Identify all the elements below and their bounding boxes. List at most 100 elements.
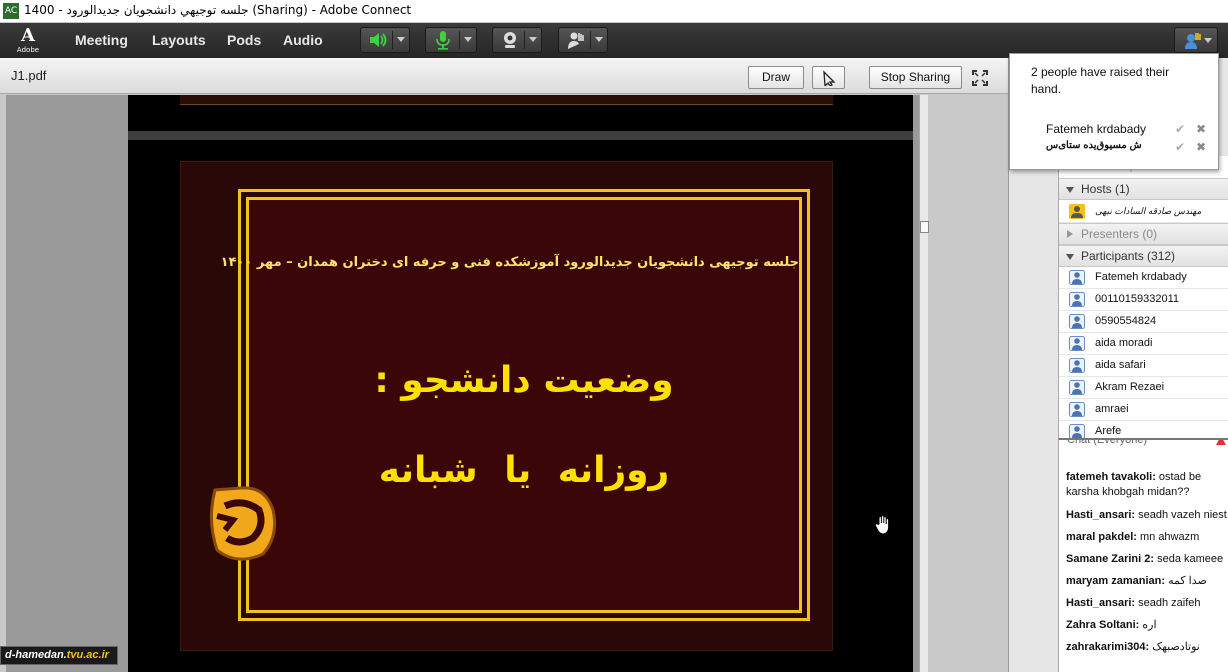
attendee-row[interactable]: aida safari <box>1059 355 1228 377</box>
attendee-name: 0590554824 <box>1095 315 1157 327</box>
scrollbar-thumb[interactable] <box>920 221 929 233</box>
attendee-name: aida safari <box>1095 359 1146 371</box>
hand-cursor-icon <box>874 514 892 539</box>
attendee-row[interactable]: Arefe <box>1059 421 1228 438</box>
participant-user-icon <box>1069 402 1085 417</box>
chat-message: zahrakarimi304: نوتادصبهک <box>1066 640 1228 655</box>
document-viewer[interactable]: جلسه توجیهی دانشجویان جدیدالورود آموزشکد… <box>6 95 929 672</box>
accept-check-icon[interactable]: ✔ <box>1175 140 1185 154</box>
webcam-icon <box>499 30 521 50</box>
vertical-scrollbar[interactable] <box>919 95 929 672</box>
chat-username: fatemeh tavakoli: <box>1066 471 1156 483</box>
chat-username: zahrakarimi304: <box>1066 641 1150 653</box>
participant-user-icon <box>1069 292 1085 307</box>
chat-text: اره <box>1139 619 1157 631</box>
website-watermark: d-hamedan.tvu.ac.ir <box>0 646 118 665</box>
chat-message: Hasti_ansari: seadh zaifeh <box>1066 596 1228 611</box>
chat-username: Samane Zarini 2: <box>1066 553 1155 565</box>
participant-user-icon <box>1069 358 1085 373</box>
chevron-down-icon <box>397 37 405 42</box>
speaker-button[interactable] <box>360 27 410 53</box>
previous-page <box>128 95 913 131</box>
chat-text: صدا کمه <box>1165 575 1207 587</box>
raised-hand-notification: 2 people have raised their hand. Fatemeh… <box>1009 53 1219 170</box>
chevron-down-icon <box>1204 38 1212 43</box>
attendee-name: Arefe <box>1095 425 1122 437</box>
pointer-button[interactable] <box>812 66 845 89</box>
raised-hand-message: 2 people have raised their hand. <box>1031 65 1170 96</box>
participant-user-icon <box>1069 424 1085 438</box>
chat-message: Zahra Soltani: اره <box>1066 618 1228 633</box>
menu-pods[interactable]: Pods <box>227 32 261 48</box>
participant-user-icon <box>1069 380 1085 395</box>
fullscreen-icon[interactable] <box>966 66 994 89</box>
attendee-status-menu-button[interactable] <box>1174 27 1218 53</box>
warning-icon <box>1216 440 1226 445</box>
chat-username: maryam zamanian: <box>1066 575 1166 587</box>
chevron-down-icon <box>529 37 537 42</box>
attendee-name: 00110159332011 <box>1095 293 1180 305</box>
microphone-icon <box>432 30 454 50</box>
chevron-down-icon <box>595 37 603 42</box>
speaker-icon <box>367 30 389 50</box>
share-pod-header: J1.pdf Draw Stop Sharing <box>0 58 1008 94</box>
attendee-row[interactable]: 00110159332011 <box>1059 289 1228 311</box>
webcam-button[interactable] <box>492 27 542 53</box>
triangle-right-icon <box>1067 230 1073 238</box>
dismiss-close-icon[interactable]: ✖ <box>1196 122 1206 136</box>
chat-message: fatemeh tavakoli: ostad be karsha khobga… <box>1066 470 1228 500</box>
attendee-name: aida moradi <box>1095 337 1153 349</box>
institute-logo-icon <box>203 480 279 570</box>
participant-user-icon <box>1069 336 1085 351</box>
triangle-down-icon <box>1066 187 1074 193</box>
accept-check-icon[interactable]: ✔ <box>1175 122 1185 136</box>
adobe-logo: A Adobe <box>16 25 40 55</box>
menu-audio[interactable]: Audio <box>283 32 323 48</box>
attendee-row-host[interactable]: مهندس صادقه السادات نبهی <box>1059 201 1228 223</box>
slide-subtitle: جلسه توجیهی دانشجویان جدیدالورود آموزشکد… <box>220 255 799 270</box>
menu-layouts[interactable]: Layouts <box>152 32 206 48</box>
chat-message: Hasti_ansari: seadh vazeh niest <box>1066 508 1228 523</box>
slide-background: جلسه توجیهی دانشجویان جدیدالورود آموزشکد… <box>180 161 833 651</box>
raised-hand-notification-icon <box>1182 31 1202 53</box>
presenters-group-header[interactable]: Presenters (0) <box>1059 223 1228 245</box>
attendee-name: Akram Rezaei <box>1095 381 1165 393</box>
attendee-row[interactable]: 0590554824 <box>1059 311 1228 333</box>
chat-text: نوتادصبهک <box>1149 641 1200 653</box>
status-button[interactable] <box>558 27 608 53</box>
microphone-button[interactable] <box>425 27 477 53</box>
pointer-icon <box>822 70 836 88</box>
hosts-group-header[interactable]: Hosts (1) <box>1059 178 1228 200</box>
shared-document-title: J1.pdf <box>11 68 47 83</box>
attendee-row[interactable]: Akram Rezaei <box>1059 377 1228 399</box>
chat-pod: Chat (Everyone) fatemeh tavakoli: ostad … <box>1058 438 1228 672</box>
attendee-row[interactable]: Fatemeh krdabady <box>1059 267 1228 289</box>
share-pod: J1.pdf Draw Stop Sharing جلسه توجیهی دان… <box>0 58 1008 672</box>
participant-user-icon <box>1069 270 1085 285</box>
chat-username: Hasti_ansari: <box>1066 597 1136 609</box>
participants-group-header[interactable]: Participants (312) <box>1059 245 1228 267</box>
window-title-bar: AC جلسه توجيهي دانشجويان جديدالورود - 14… <box>0 0 1228 23</box>
attendee-row[interactable]: amraei <box>1059 399 1228 421</box>
chat-title: Chat (Everyone) <box>1067 438 1148 446</box>
chat-username: maral pakdel: <box>1066 531 1137 543</box>
adobe-connect-app-icon: AC <box>3 3 19 19</box>
draw-button[interactable]: Draw <box>748 66 804 89</box>
menu-meeting[interactable]: Meeting <box>75 32 128 48</box>
chat-text: seadh vazeh niest <box>1135 509 1227 521</box>
raise-hand-status-icon <box>565 30 587 50</box>
stop-sharing-button[interactable]: Stop Sharing <box>869 66 962 89</box>
attendee-name: amraei <box>1095 403 1129 415</box>
attendee-row[interactable]: aida moradi <box>1059 333 1228 355</box>
host-user-icon <box>1069 204 1085 219</box>
chat-message: maryam zamanian: صدا کمه <box>1066 574 1228 589</box>
chat-message: Samane Zarini 2: seda kameee <box>1066 552 1228 567</box>
slide-heading: وضعیت دانشجو : <box>374 360 674 401</box>
chat-text: seadh zaifeh <box>1135 597 1201 609</box>
participant-user-icon <box>1069 314 1085 329</box>
slide-frame: جلسه توجیهی دانشجویان جدیدالورود آموزشکد… <box>220 189 810 621</box>
raised-hand-row: Fatemeh krdabady ✔ ✖ <box>1046 122 1207 136</box>
raised-hand-row: ش مسیوق‌یده ستای‌س ✔ ✖ <box>1046 140 1207 154</box>
dismiss-close-icon[interactable]: ✖ <box>1196 140 1206 154</box>
pdf-page: جلسه توجیهی دانشجویان جدیدالورود آموزشکد… <box>128 140 913 672</box>
